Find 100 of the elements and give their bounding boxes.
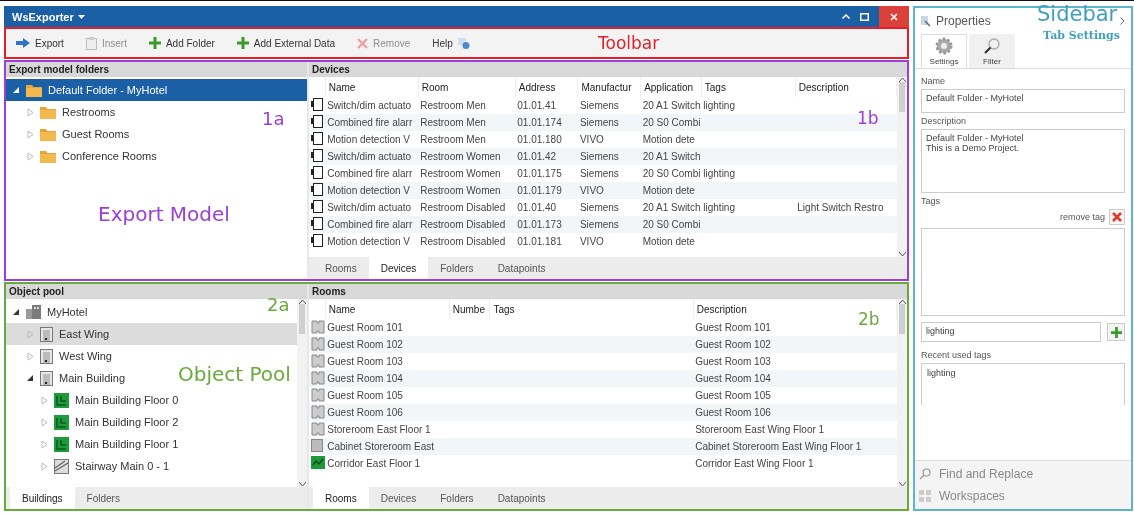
door-icon	[40, 348, 53, 364]
tab[interactable]: Devices	[368, 257, 429, 279]
panel-header: Rooms	[309, 284, 907, 299]
tree-item[interactable]: West Wing	[6, 345, 116, 367]
tree-item[interactable]: Restrooms	[6, 101, 120, 123]
remove-tag-label: remove tag	[1059, 212, 1105, 222]
table-cell: Siemens	[577, 165, 641, 182]
cabinet-icon	[311, 439, 323, 452]
plus-icon	[148, 37, 161, 49]
name-field[interactable]: Default Folder - MyHotel	[921, 89, 1125, 113]
table-cell: 01.01.173	[515, 216, 578, 233]
table-cell: lighting	[701, 165, 796, 182]
scrollbar[interactable]	[297, 299, 307, 487]
scrollbar[interactable]	[897, 77, 907, 257]
toolbar-button[interactable]: Help	[432, 37, 470, 49]
close-icon[interactable]	[890, 12, 898, 21]
toolbar-button[interactable]: Add External Data	[236, 37, 335, 49]
collapse-icon[interactable]	[12, 85, 20, 95]
door-icon	[40, 326, 53, 342]
column-header[interactable]: Room	[418, 77, 516, 97]
tree-item[interactable]: Guest Rooms	[6, 123, 134, 145]
tab[interactable]: Rooms	[313, 487, 369, 509]
scroll-down-icon[interactable]	[898, 482, 906, 487]
expand-icon[interactable]	[26, 351, 34, 361]
column-header[interactable]: Tags	[701, 77, 796, 97]
annotation-label: Tab Settings	[1043, 30, 1120, 41]
table-cell: Guest Room 101	[325, 319, 450, 336]
scroll-down-icon[interactable]	[298, 482, 306, 487]
tree-item[interactable]: Main Building Floor 0	[6, 389, 183, 411]
tab[interactable]: Datapoints	[485, 487, 558, 509]
expand-icon[interactable]	[26, 329, 34, 339]
expand-icon[interactable]	[26, 151, 34, 161]
tab[interactable]: Settings	[921, 34, 967, 68]
annotation-label: 1a	[262, 110, 285, 128]
scroll-down-icon[interactable]	[898, 252, 906, 257]
tab[interactable]: Folders	[74, 487, 132, 509]
description-field[interactable]: Default Folder - MyHotel This is a Demo Project.	[921, 129, 1125, 193]
tree-item[interactable]: Main Building Floor 2	[6, 411, 183, 433]
tab[interactable]: Buildings	[10, 487, 75, 509]
expand-icon[interactable]	[40, 461, 48, 471]
close-button[interactable]	[879, 6, 909, 27]
tab[interactable]: Devices	[368, 487, 429, 509]
annotation-label: 2a	[267, 296, 290, 314]
column-header[interactable]: Description	[795, 77, 897, 97]
tab[interactable]: Folders	[428, 257, 486, 279]
window-title[interactable]: WsExporter	[12, 10, 74, 23]
column-header[interactable]: Tags	[489, 299, 694, 319]
remove-tag-button[interactable]	[1109, 209, 1125, 225]
caret-icon[interactable]	[77, 14, 85, 19]
table-cell: 20 S0 Combi	[640, 216, 702, 233]
column-header[interactable]: Address	[515, 77, 578, 97]
tab[interactable]: Filter	[969, 34, 1015, 68]
table-cell: Guest Room 106	[325, 404, 450, 421]
toolbar-button[interactable]: Add Folder	[148, 37, 215, 49]
table-cell: Restroom Disabled	[418, 233, 516, 250]
scroll-up-icon[interactable]	[898, 299, 906, 304]
tree-item[interactable]: MyHotel	[6, 301, 92, 323]
column-header[interactable]: Name	[325, 77, 419, 97]
tree-item[interactable]: Default Folder - MyHotel	[6, 79, 307, 101]
table-cell: 20 S0 Combi	[640, 165, 702, 182]
tab[interactable]: Rooms	[313, 257, 369, 279]
collapse-icon[interactable]	[12, 307, 20, 317]
table-cell: Restroom Disabled	[418, 199, 516, 216]
expand-icon[interactable]	[40, 439, 48, 449]
tab[interactable]: Datapoints	[485, 257, 558, 279]
column-header[interactable]: Name	[325, 299, 450, 319]
expand-icon[interactable]	[40, 395, 48, 405]
column-header[interactable]: Numbe	[449, 299, 490, 319]
tree-item[interactable]: Main Building	[6, 367, 130, 389]
tab[interactable]: Folders	[428, 487, 486, 509]
scroll-up-icon[interactable]	[298, 299, 306, 304]
scrollbar[interactable]	[897, 299, 907, 487]
tag-input[interactable]: lighting	[921, 322, 1101, 342]
door-icon	[40, 370, 53, 386]
tree-item[interactable]: Conference Rooms	[6, 145, 161, 167]
collapse-icon[interactable]	[26, 373, 34, 383]
scroll-thumb[interactable]	[899, 82, 905, 112]
tree-item[interactable]: Main Building Floor 1	[6, 433, 183, 455]
table-cell: Combined fire alarr	[325, 165, 419, 182]
toolbar-button[interactable]: Export	[16, 37, 64, 49]
table-cell: Motion dete	[640, 233, 702, 250]
tree-item[interactable]: East Wing	[6, 323, 297, 345]
scroll-thumb[interactable]	[899, 304, 905, 334]
column-header[interactable]: Manufactur	[577, 77, 641, 97]
table-cell: Corridor East Wing Floor 1	[693, 455, 897, 472]
table-cell: Guest Room 102	[693, 336, 897, 353]
chevron-icon[interactable]	[1120, 17, 1125, 25]
room-icon	[311, 387, 325, 402]
add-tag-button[interactable]	[1107, 323, 1125, 341]
expand-icon[interactable]	[26, 107, 34, 117]
scroll-up-icon[interactable]	[898, 77, 906, 82]
folder-icon	[40, 105, 56, 119]
column-header[interactable]: Application	[640, 77, 702, 97]
scroll-thumb[interactable]	[299, 304, 305, 334]
table-cell: Guest Room 104	[693, 370, 897, 387]
expand-icon[interactable]	[26, 129, 34, 139]
tree-item[interactable]: Stairway Main 0 - 1	[6, 455, 174, 477]
maximize-icon[interactable]	[860, 12, 869, 21]
table-cell: 01.01.42	[515, 148, 578, 165]
expand-icon[interactable]	[40, 417, 48, 427]
